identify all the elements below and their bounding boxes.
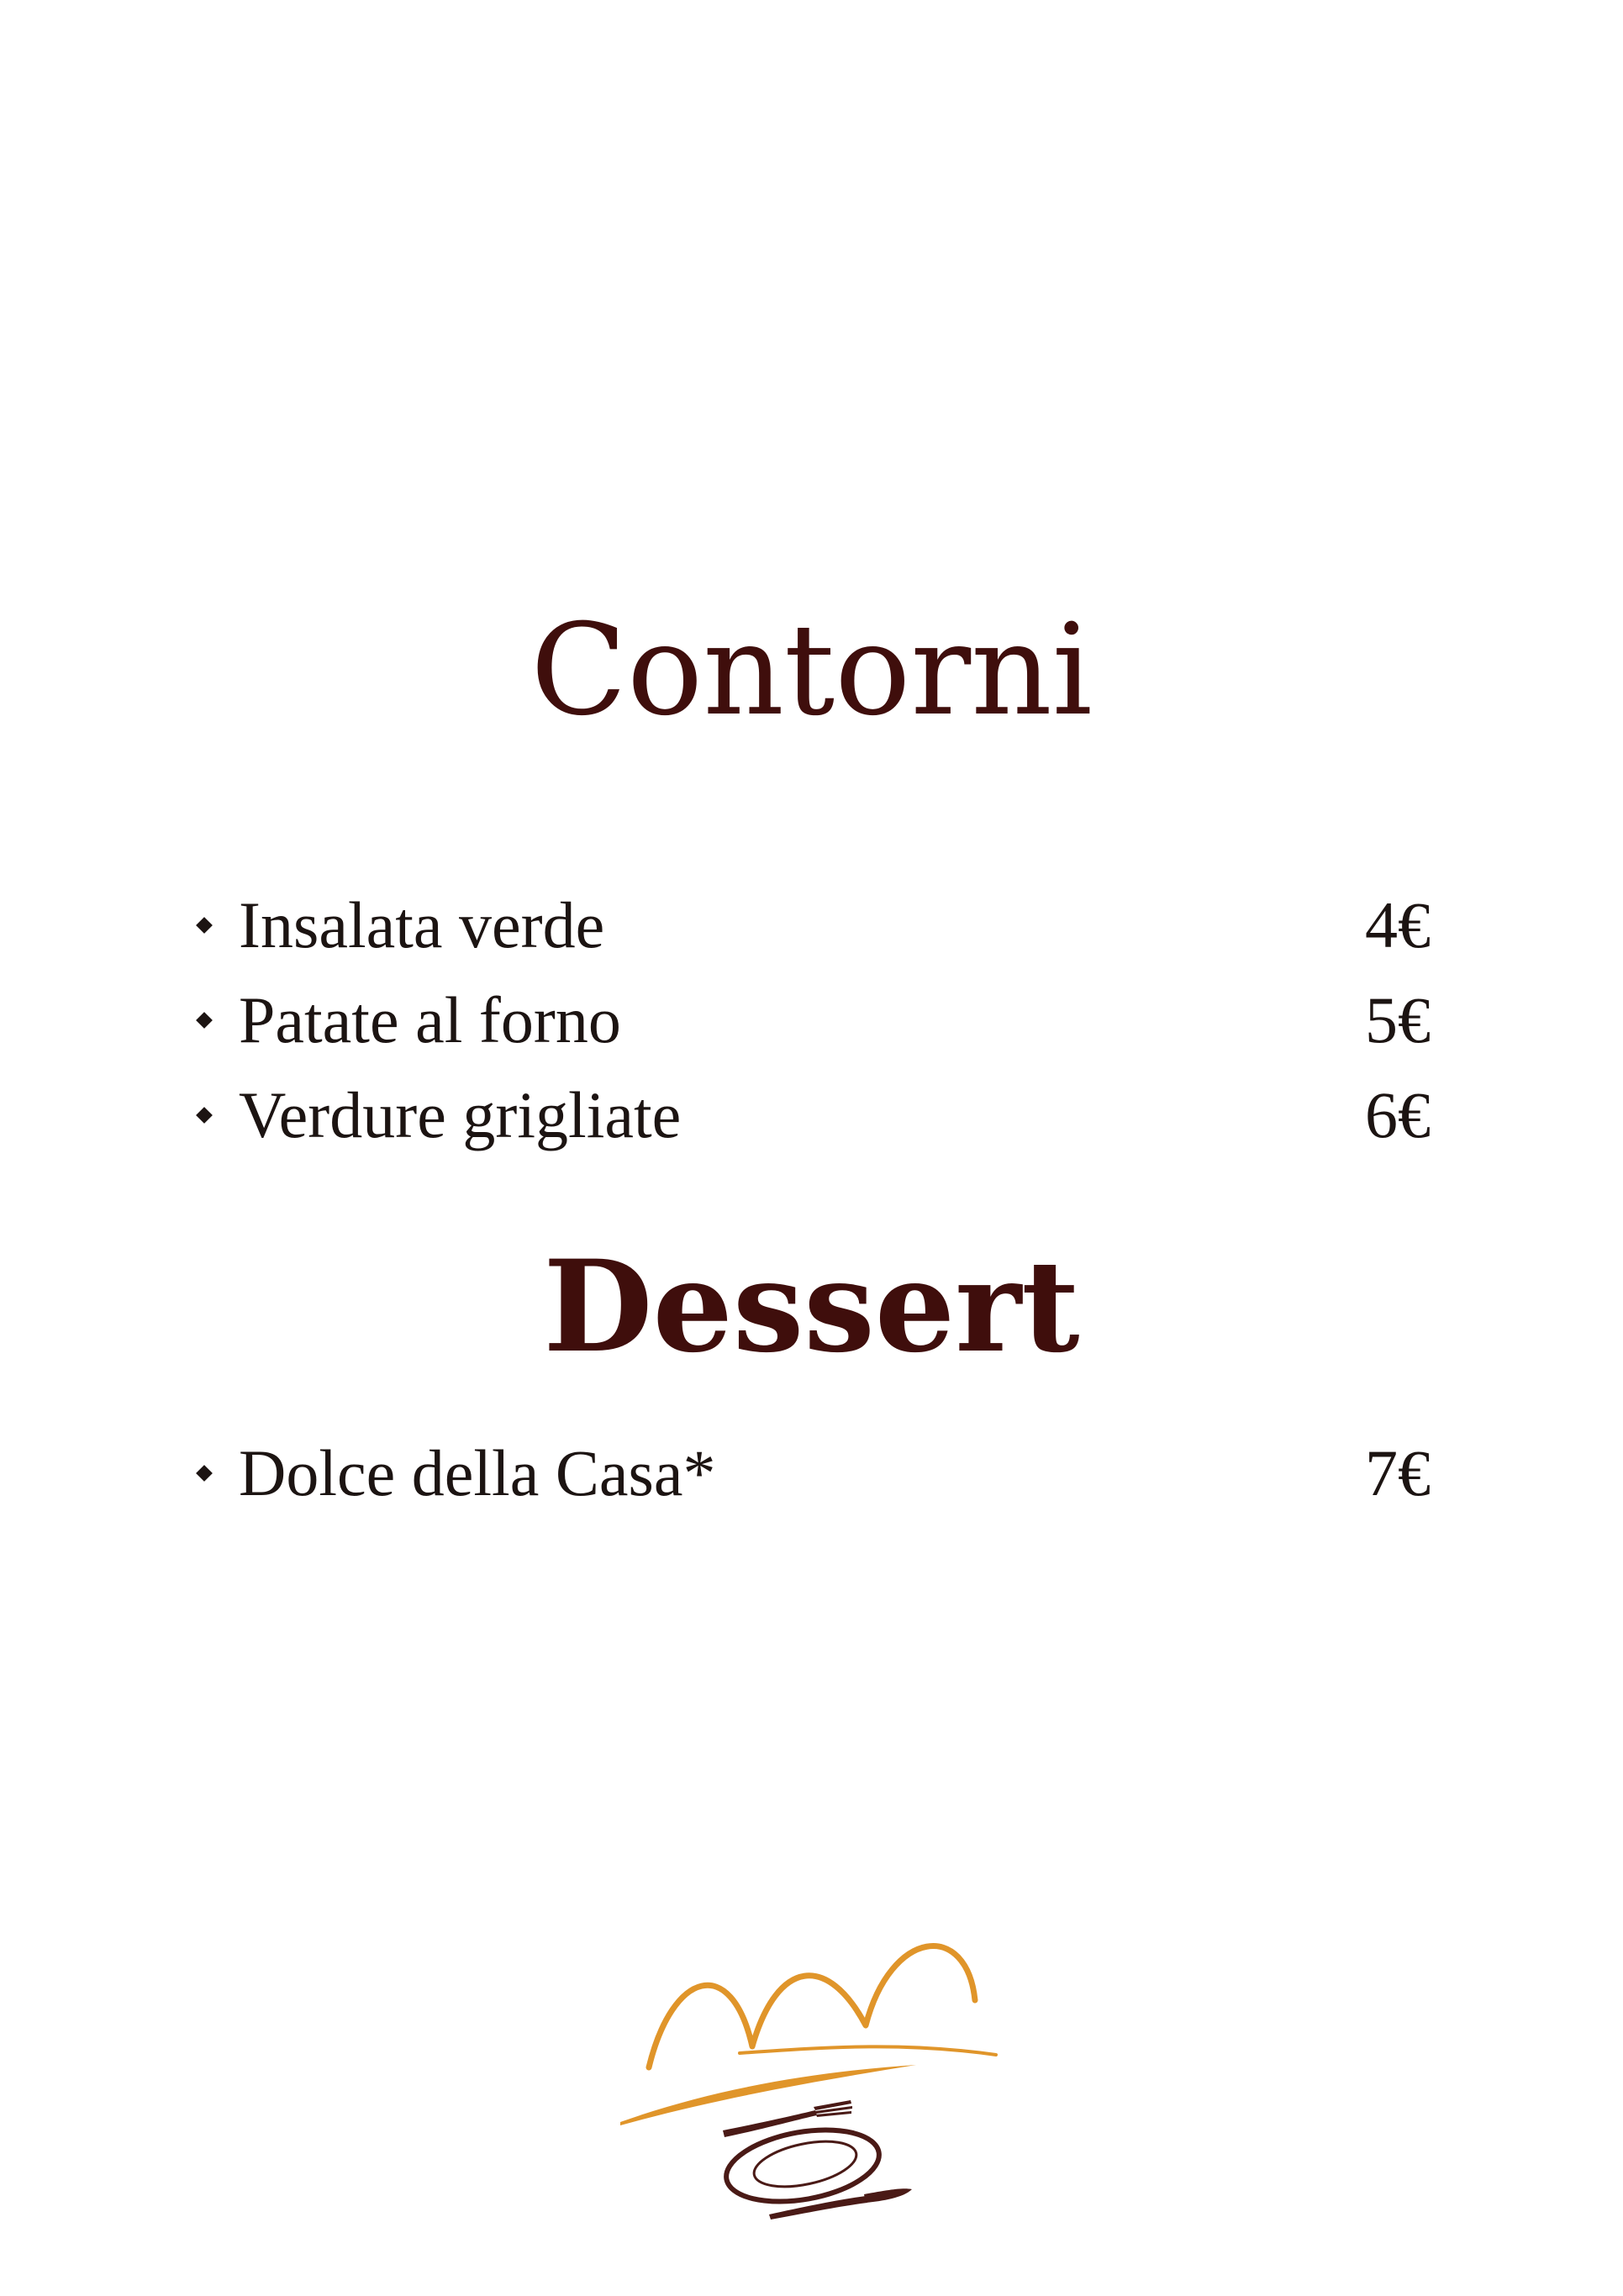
menu-item-price: 7€ (1365, 1435, 1431, 1509)
menu-item-name: Insalata verde (239, 887, 605, 961)
logo-sweep (620, 2065, 916, 2125)
menu-list-contorni: Insalata verde 4€ Patate al forno 5€ Ver… (195, 877, 1431, 1162)
diamond-bullet-icon (196, 916, 213, 934)
knife-icon (769, 2188, 912, 2220)
menu-item-price: 4€ (1365, 887, 1431, 961)
menu-item-price: 6€ (1365, 1077, 1431, 1151)
menu-item-name: Dolce della Casa* (239, 1435, 716, 1509)
menu-item-price: 5€ (1365, 982, 1431, 1056)
menu-item-name: Verdure grigliate (239, 1077, 682, 1151)
menu-list-dessert: Dolce della Casa* 7€ (195, 1425, 1431, 1520)
diamond-bullet-icon (196, 1464, 213, 1482)
menu-item: Insalata verde 4€ (195, 877, 1431, 972)
menu-item: Verdure grigliate 6€ (195, 1067, 1431, 1162)
logo-horizon (738, 2045, 998, 2056)
diamond-bullet-icon (196, 1011, 213, 1029)
menu-item: Patate al forno 5€ (195, 972, 1431, 1067)
restaurant-logo-icon (620, 1943, 998, 2220)
diamond-bullet-icon (196, 1106, 213, 1124)
menu-item-name: Patate al forno (239, 982, 621, 1056)
section-title-dessert: Dessert (543, 1233, 1080, 1381)
section-title-contorni: Contorni (530, 598, 1093, 744)
menu-item: Dolce della Casa* 7€ (195, 1425, 1431, 1520)
